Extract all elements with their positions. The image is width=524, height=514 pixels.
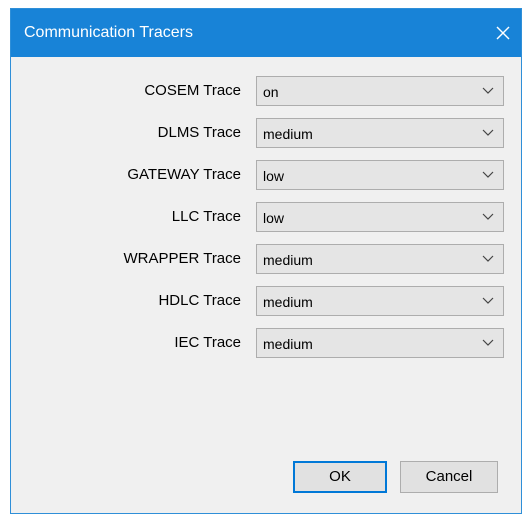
gateway-trace-row: GATEWAY Trace low	[11, 160, 521, 190]
chevron-down-icon	[482, 255, 494, 263]
hdlc-trace-label: HDLC Trace	[158, 292, 241, 309]
close-button[interactable]	[485, 9, 521, 57]
cosem-trace-value: on	[263, 84, 279, 100]
ok-button[interactable]: OK	[293, 461, 387, 493]
iec-trace-dropdown[interactable]: medium	[256, 328, 504, 358]
llc-trace-value: low	[263, 210, 285, 226]
hdlc-trace-dropdown[interactable]: medium	[256, 286, 504, 316]
title-bar: Communication Tracers	[11, 9, 521, 57]
chevron-down-icon	[482, 171, 494, 179]
dlms-trace-value: medium	[263, 126, 313, 142]
iec-trace-row: IEC Trace medium	[11, 328, 521, 358]
gateway-trace-value: low	[263, 168, 285, 184]
iec-trace-value: medium	[263, 336, 313, 352]
gateway-trace-dropdown[interactable]: low	[256, 160, 504, 190]
window-title: Communication Tracers	[24, 24, 193, 41]
wrapper-trace-dropdown[interactable]: medium	[256, 244, 504, 274]
wrapper-trace-label: WRAPPER Trace	[123, 250, 241, 267]
hdlc-trace-value: medium	[263, 294, 313, 310]
chevron-down-icon	[482, 87, 494, 95]
llc-trace-row: LLC Trace low	[11, 202, 521, 232]
chevron-down-icon	[482, 297, 494, 305]
dlms-trace-row: DLMS Trace medium	[11, 118, 521, 148]
llc-trace-label: LLC Trace	[171, 208, 241, 225]
close-icon	[496, 26, 510, 40]
llc-trace-dropdown[interactable]: low	[256, 202, 504, 232]
chevron-down-icon	[482, 339, 494, 347]
wrapper-trace-value: medium	[263, 252, 313, 268]
cosem-trace-label: COSEM Trace	[144, 82, 241, 99]
hdlc-trace-row: HDLC Trace medium	[11, 286, 521, 316]
gateway-trace-label: GATEWAY Trace	[127, 166, 241, 183]
wrapper-trace-row: WRAPPER Trace medium	[11, 244, 521, 274]
iec-trace-label: IEC Trace	[174, 334, 241, 351]
cosem-trace-row: COSEM Trace on	[11, 76, 521, 106]
chevron-down-icon	[482, 129, 494, 137]
communication-tracers-dialog: Communication Tracers COSEM Trace on DLM…	[10, 8, 522, 514]
dlms-trace-dropdown[interactable]: medium	[256, 118, 504, 148]
cosem-trace-dropdown[interactable]: on	[256, 76, 504, 106]
cancel-button[interactable]: Cancel	[400, 461, 498, 493]
chevron-down-icon	[482, 213, 494, 221]
dlms-trace-label: DLMS Trace	[157, 124, 241, 141]
